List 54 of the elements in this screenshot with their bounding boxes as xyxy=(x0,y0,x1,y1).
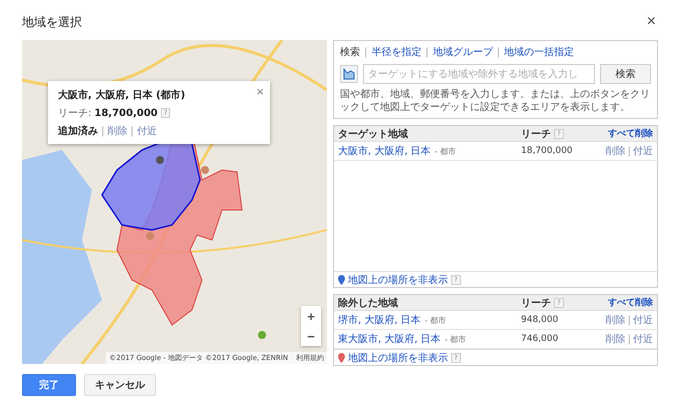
status-label: 追加済み xyxy=(58,124,98,138)
separator: | xyxy=(628,314,631,326)
done-button[interactable]: 完了 xyxy=(22,374,76,396)
search-tab[interactable]: 検索 xyxy=(340,45,360,59)
nearby-link[interactable]: 付近 xyxy=(633,332,653,346)
popup-title: 大阪市, 大阪府, 日本 (都市) xyxy=(58,88,186,102)
search-tab[interactable]: 地域グループ xyxy=(432,45,493,59)
location-type: - 都市 xyxy=(424,315,446,326)
search-hint: 国や都市、地域、郵便番号を入力します。または、上のボタンをクリックして地図上でターゲットに設定できるエリアを表示します。 xyxy=(340,89,651,114)
search-button[interactable]: 検索 xyxy=(600,64,651,84)
zoom-out-button[interactable]: − xyxy=(301,326,321,346)
separator: | xyxy=(101,126,104,136)
remove-all-link[interactable]: すべて削除 xyxy=(608,296,653,309)
reach-label: リーチ: xyxy=(58,107,92,120)
remove-link[interactable]: 削除 xyxy=(606,313,626,327)
separator: | xyxy=(364,46,368,58)
pin-icon xyxy=(338,352,345,362)
separator: | xyxy=(130,126,134,136)
hide-locations-link[interactable]: 地図上の場所を非表示 xyxy=(348,350,448,364)
reach-value: 18,700,000 xyxy=(521,146,574,156)
reach-value: 18,700,000 xyxy=(94,108,158,118)
map-draw-button[interactable] xyxy=(340,65,358,83)
hide-locations-link[interactable]: 地図上の場所を非表示 xyxy=(348,272,448,286)
column-header: ターゲット地域 xyxy=(338,128,409,140)
remove-link[interactable]: 削除 xyxy=(606,332,626,346)
remove-link[interactable]: 削除 xyxy=(107,124,128,138)
nearby-link[interactable]: 付近 xyxy=(633,313,653,327)
location-link[interactable]: 東大阪市, 大阪府, 日本 xyxy=(338,332,441,346)
remove-all-link[interactable]: すべて削除 xyxy=(608,127,653,140)
nearby-link[interactable]: 付近 xyxy=(633,144,653,158)
pin-icon xyxy=(338,274,345,284)
column-header: リーチ xyxy=(521,128,551,140)
search-tab[interactable]: 半径を指定 xyxy=(371,45,422,59)
close-button[interactable]: × xyxy=(644,13,658,31)
nearby-link[interactable]: 付近 xyxy=(136,124,157,138)
column-header: 除外した地域 xyxy=(338,296,399,310)
location-link[interactable]: 大阪市, 大阪府, 日本 xyxy=(338,144,431,158)
separator: | xyxy=(628,334,631,344)
column-header: リーチ xyxy=(521,296,551,310)
separator: | xyxy=(496,46,500,58)
reach-value: 948,000 xyxy=(521,315,560,325)
zoom-in-button[interactable]: + xyxy=(301,306,321,326)
cancel-button[interactable]: キャンセル xyxy=(84,374,156,396)
remove-link[interactable]: 削除 xyxy=(606,144,626,158)
location-type: - 都市 xyxy=(444,334,466,345)
location-type: - 都市 xyxy=(434,146,456,157)
location-link[interactable]: 堺市, 大阪府, 日本 xyxy=(338,313,421,327)
reach-value: 746,000 xyxy=(521,334,560,344)
separator: | xyxy=(425,46,429,58)
search-tab[interactable]: 地域の一括指定 xyxy=(504,45,574,59)
location-search-field[interactable]: ターゲットにする地域や除外する地域を入力し xyxy=(363,64,595,84)
dialog-title: 地域を選択 xyxy=(22,14,82,30)
close-button[interactable]: × xyxy=(256,84,264,99)
separator: | xyxy=(628,146,631,156)
